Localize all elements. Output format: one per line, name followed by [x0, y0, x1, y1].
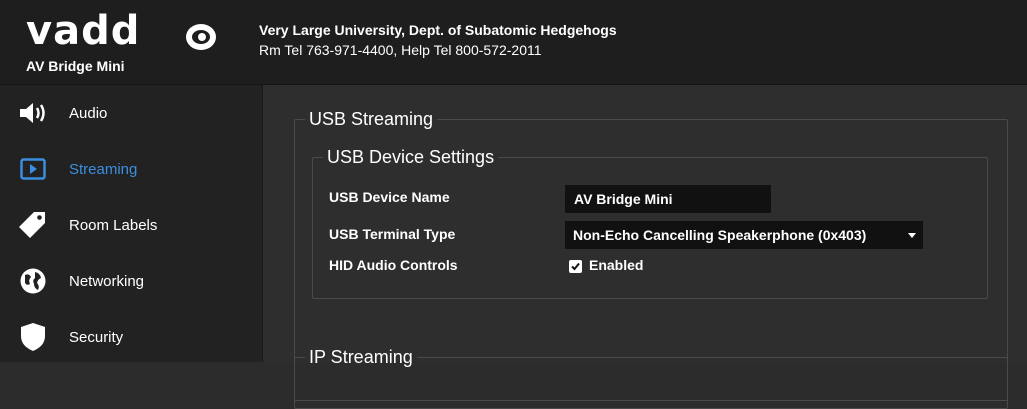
usb-terminal-type-label: USB Terminal Type: [329, 226, 456, 242]
sidebar-item-label: Networking: [69, 272, 145, 290]
section-title: USB Streaming: [309, 109, 434, 129]
section-title: IP Streaming: [309, 347, 413, 367]
usb-device-name-field[interactable]: [565, 185, 771, 213]
logo-wordmark: vadd: [26, 8, 141, 54]
hid-audio-controls-label: HID Audio Controls: [329, 257, 458, 273]
product-name: AV Bridge Mini: [26, 58, 125, 74]
logo-o-mark: [186, 24, 216, 50]
group-title: USB Device Settings: [327, 147, 495, 167]
sidebar-item-label: Security: [69, 328, 124, 346]
select-value: Non-Echo Cancelling Speakerphone (0x403): [573, 227, 867, 243]
sidebar-item-security[interactable]: Security: [0, 309, 262, 365]
sidebar-item-audio[interactable]: Audio: [0, 85, 262, 141]
sidebar-item-networking[interactable]: Networking: [0, 253, 262, 309]
hid-audio-controls-option-label: Enabled: [589, 257, 644, 273]
usb-device-name-label: USB Device Name: [329, 189, 450, 205]
sidebar-item-label: Room Labels: [69, 216, 158, 234]
app-header: vadd AV Bridge Mini Very Large Universit…: [0, 0, 1027, 85]
globe-icon: [18, 266, 48, 296]
ip-streaming-section: IP Streaming: [294, 347, 1008, 409]
tag-icon: [18, 210, 48, 240]
chevron-down-icon: [908, 233, 916, 238]
sidebar-nav: Audio Streaming Room Labels Networking S…: [0, 85, 263, 362]
shield-icon: [18, 322, 48, 352]
sidebar-item-label: Streaming: [69, 160, 138, 178]
sidebar-item-label: Audio: [69, 104, 108, 122]
sidebar-item-room-labels[interactable]: Room Labels: [0, 197, 262, 253]
main-content: USB Streaming USB Device Settings USB De…: [263, 85, 1027, 409]
vaddio-logo: vadd AV Bridge Mini: [26, 6, 246, 82]
organization-contact: Rm Tel 763-971-4400, Help Tel 800-572-20…: [259, 42, 542, 58]
organization-name: Very Large University, Dept. of Subatomi…: [259, 22, 617, 38]
usb-terminal-type-select[interactable]: Non-Echo Cancelling Speakerphone (0x403): [565, 221, 923, 249]
play-icon: [18, 154, 48, 184]
speaker-icon: [18, 98, 48, 128]
checkmark-icon: [571, 262, 580, 271]
hid-audio-controls-checkbox[interactable]: [569, 260, 582, 273]
sidebar-item-streaming[interactable]: Streaming: [0, 141, 262, 197]
